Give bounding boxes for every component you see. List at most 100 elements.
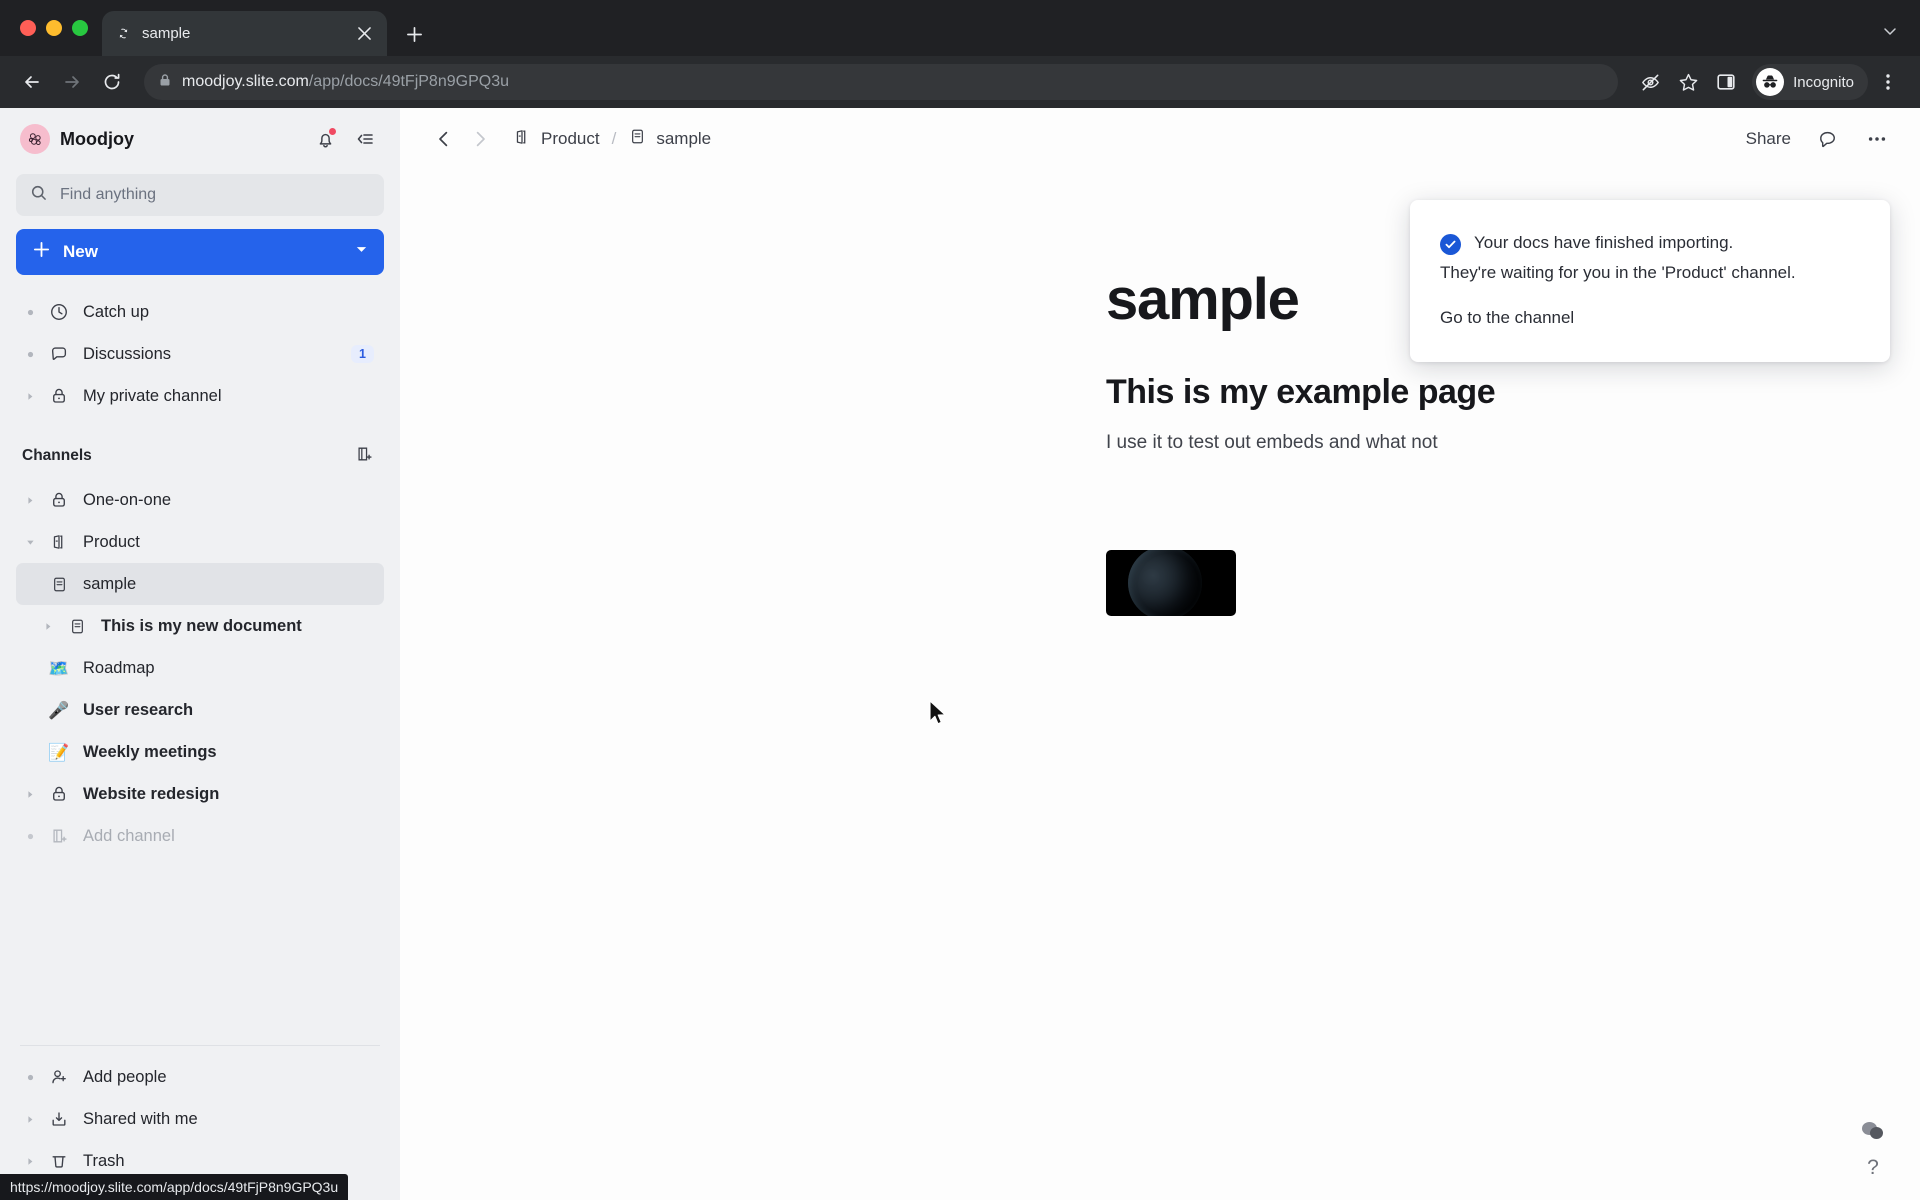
profile-incognito-pill[interactable]: Incognito bbox=[1752, 64, 1868, 100]
chevron-right-icon[interactable] bbox=[16, 392, 44, 401]
reload-icon[interactable] bbox=[94, 64, 130, 100]
sidebar-item-website-redesign[interactable]: Website redesign bbox=[16, 773, 384, 815]
sidebar-item-label: Discussions bbox=[83, 344, 172, 363]
chevron-right-icon[interactable] bbox=[462, 121, 498, 157]
profile-label: Incognito bbox=[1793, 73, 1854, 91]
embedded-image[interactable] bbox=[1106, 549, 1236, 616]
bell-icon[interactable] bbox=[310, 124, 340, 154]
chat-bubble-icon bbox=[44, 344, 74, 364]
chevron-down-icon[interactable] bbox=[1882, 23, 1898, 44]
channel-list: One-on-one Product sample This is my new… bbox=[16, 479, 384, 857]
breadcrumb-document[interactable]: sample bbox=[628, 127, 711, 151]
import-finished-toast: Your docs have finished importing. They'… bbox=[1410, 200, 1890, 362]
dot-marker-icon bbox=[16, 309, 44, 316]
chat-blob-icon[interactable] bbox=[1862, 1122, 1884, 1140]
sidebar-item-label: Shared with me bbox=[83, 1109, 198, 1128]
inbox-download-icon bbox=[44, 1109, 74, 1129]
unread-badge: 1 bbox=[351, 345, 374, 363]
minimize-window-button[interactable] bbox=[46, 20, 62, 36]
chevron-down-icon[interactable] bbox=[355, 243, 368, 261]
add-person-icon bbox=[44, 1067, 74, 1087]
sidebar: Moodjoy Find anything New Catch up Discu… bbox=[0, 108, 400, 1200]
arrow-forward-icon[interactable] bbox=[54, 64, 90, 100]
chevron-right-icon[interactable] bbox=[16, 496, 44, 505]
sidebar-item-label: Website redesign bbox=[83, 784, 220, 803]
sidebar-item-label: My private channel bbox=[83, 386, 222, 405]
eye-slash-icon[interactable] bbox=[1632, 64, 1668, 100]
comment-icon[interactable] bbox=[1817, 128, 1840, 151]
star-icon[interactable] bbox=[1670, 64, 1706, 100]
sidebar-item-add-channel[interactable]: Add channel bbox=[16, 815, 384, 857]
sidebar-item-label: This is my new document bbox=[101, 616, 302, 635]
sidebar-item-roadmap[interactable]: 🗺️ Roadmap bbox=[16, 647, 384, 689]
document-header-actions: Share bbox=[1746, 128, 1888, 151]
sidebar-item-label: sample bbox=[83, 574, 137, 593]
chevron-right-icon[interactable] bbox=[16, 1157, 44, 1166]
chevron-right-icon[interactable] bbox=[16, 790, 44, 799]
more-horizontal-icon[interactable] bbox=[1866, 128, 1888, 150]
browser-status-bar: https://moodjoy.slite.com/app/docs/49tFj… bbox=[0, 1174, 349, 1200]
breadcrumb-channel-label: Product bbox=[541, 129, 600, 148]
kebab-menu-icon[interactable] bbox=[1870, 64, 1906, 100]
chevron-right-icon[interactable] bbox=[34, 622, 62, 631]
sidebar-item-shared-with-me[interactable]: Shared with me bbox=[16, 1098, 384, 1140]
browser-tab[interactable]: sample bbox=[102, 11, 387, 56]
plus-icon bbox=[32, 240, 51, 264]
memo-emoji-icon: 📝 bbox=[48, 742, 70, 762]
sidebar-item-weekly-meetings[interactable]: 📝 Weekly meetings bbox=[16, 731, 384, 773]
arrow-back-icon[interactable] bbox=[14, 64, 50, 100]
map-emoji-icon: 🗺️ bbox=[48, 658, 70, 678]
search-input[interactable]: Find anything bbox=[16, 174, 384, 216]
toast-subtitle: They're waiting for you in the 'Product'… bbox=[1440, 263, 1796, 282]
check-circle-icon bbox=[1440, 234, 1461, 255]
close-icon[interactable] bbox=[353, 23, 375, 45]
sidebar-item-label: Trash bbox=[83, 1151, 125, 1170]
breadcrumb-separator: / bbox=[611, 129, 617, 148]
sidebar-item-this-is-my-new-document[interactable]: This is my new document bbox=[16, 605, 384, 647]
document-pane: Product / sample Share sample This is my… bbox=[400, 108, 1920, 1200]
collapse-sidebar-icon[interactable] bbox=[350, 124, 380, 154]
sidebar-item-product[interactable]: Product bbox=[16, 521, 384, 563]
sidebar-item-label: Add people bbox=[83, 1067, 167, 1086]
doc-icon bbox=[62, 617, 92, 636]
sidebar-item-label: Roadmap bbox=[83, 658, 155, 677]
new-button-label: New bbox=[63, 242, 98, 261]
sidebar-item-user-research[interactable]: 🎤 User research bbox=[16, 689, 384, 731]
document-paragraph[interactable]: I use it to test out embeds and what not bbox=[1106, 432, 1920, 454]
lock-icon bbox=[44, 490, 74, 510]
sidebar-item-discussions[interactable]: Discussions 1 bbox=[16, 333, 384, 375]
sidebar-item-label: Catch up bbox=[83, 302, 150, 321]
chevron-down-icon[interactable] bbox=[16, 538, 44, 547]
address-bar[interactable]: moodjoy.slite.com/app/docs/49tFjP8n9GPQ3… bbox=[144, 64, 1619, 100]
sidebar-nav-list: Catch up Discussions 1 My private channe bbox=[16, 291, 384, 417]
microphone-emoji-icon: 🎤 bbox=[48, 700, 70, 720]
add-channel-icon[interactable] bbox=[354, 444, 374, 469]
new-button[interactable]: New bbox=[16, 229, 384, 275]
maximize-window-button[interactable] bbox=[72, 20, 88, 36]
search-placeholder: Find anything bbox=[60, 186, 157, 203]
sidebar-item-label: Product bbox=[83, 532, 140, 551]
lock-icon bbox=[44, 386, 74, 406]
sidebar-item-one-on-one[interactable]: One-on-one bbox=[16, 479, 384, 521]
slite-favicon bbox=[114, 25, 132, 43]
chevron-right-icon[interactable] bbox=[16, 1115, 44, 1124]
chevron-left-icon[interactable] bbox=[426, 121, 462, 157]
go-to-channel-link[interactable]: Go to the channel bbox=[1440, 308, 1574, 328]
close-window-button[interactable] bbox=[20, 20, 36, 36]
sidebar-item-my-private-channel[interactable]: My private channel bbox=[16, 375, 384, 417]
side-panel-icon[interactable] bbox=[1708, 64, 1744, 100]
help-question-icon[interactable]: ? bbox=[1867, 1156, 1879, 1180]
share-button[interactable]: Share bbox=[1746, 129, 1791, 149]
breadcrumb-channel[interactable]: Product bbox=[512, 127, 600, 152]
toolbar-icon-group: Incognito bbox=[1632, 64, 1906, 100]
dot-marker-icon bbox=[16, 1074, 44, 1081]
sidebar-item-catch-up[interactable]: Catch up bbox=[16, 291, 384, 333]
channels-section-header: Channels bbox=[16, 433, 384, 479]
document-heading[interactable]: This is my example page bbox=[1106, 373, 1920, 412]
sidebar-item-sample[interactable]: sample bbox=[16, 563, 384, 605]
search-icon bbox=[30, 184, 48, 207]
plus-icon[interactable] bbox=[397, 17, 431, 51]
toast-title: Your docs have finished importing. bbox=[1474, 233, 1734, 252]
sidebar-item-add-people[interactable]: Add people bbox=[16, 1056, 384, 1098]
planet-rim-highlight bbox=[1128, 550, 1202, 616]
